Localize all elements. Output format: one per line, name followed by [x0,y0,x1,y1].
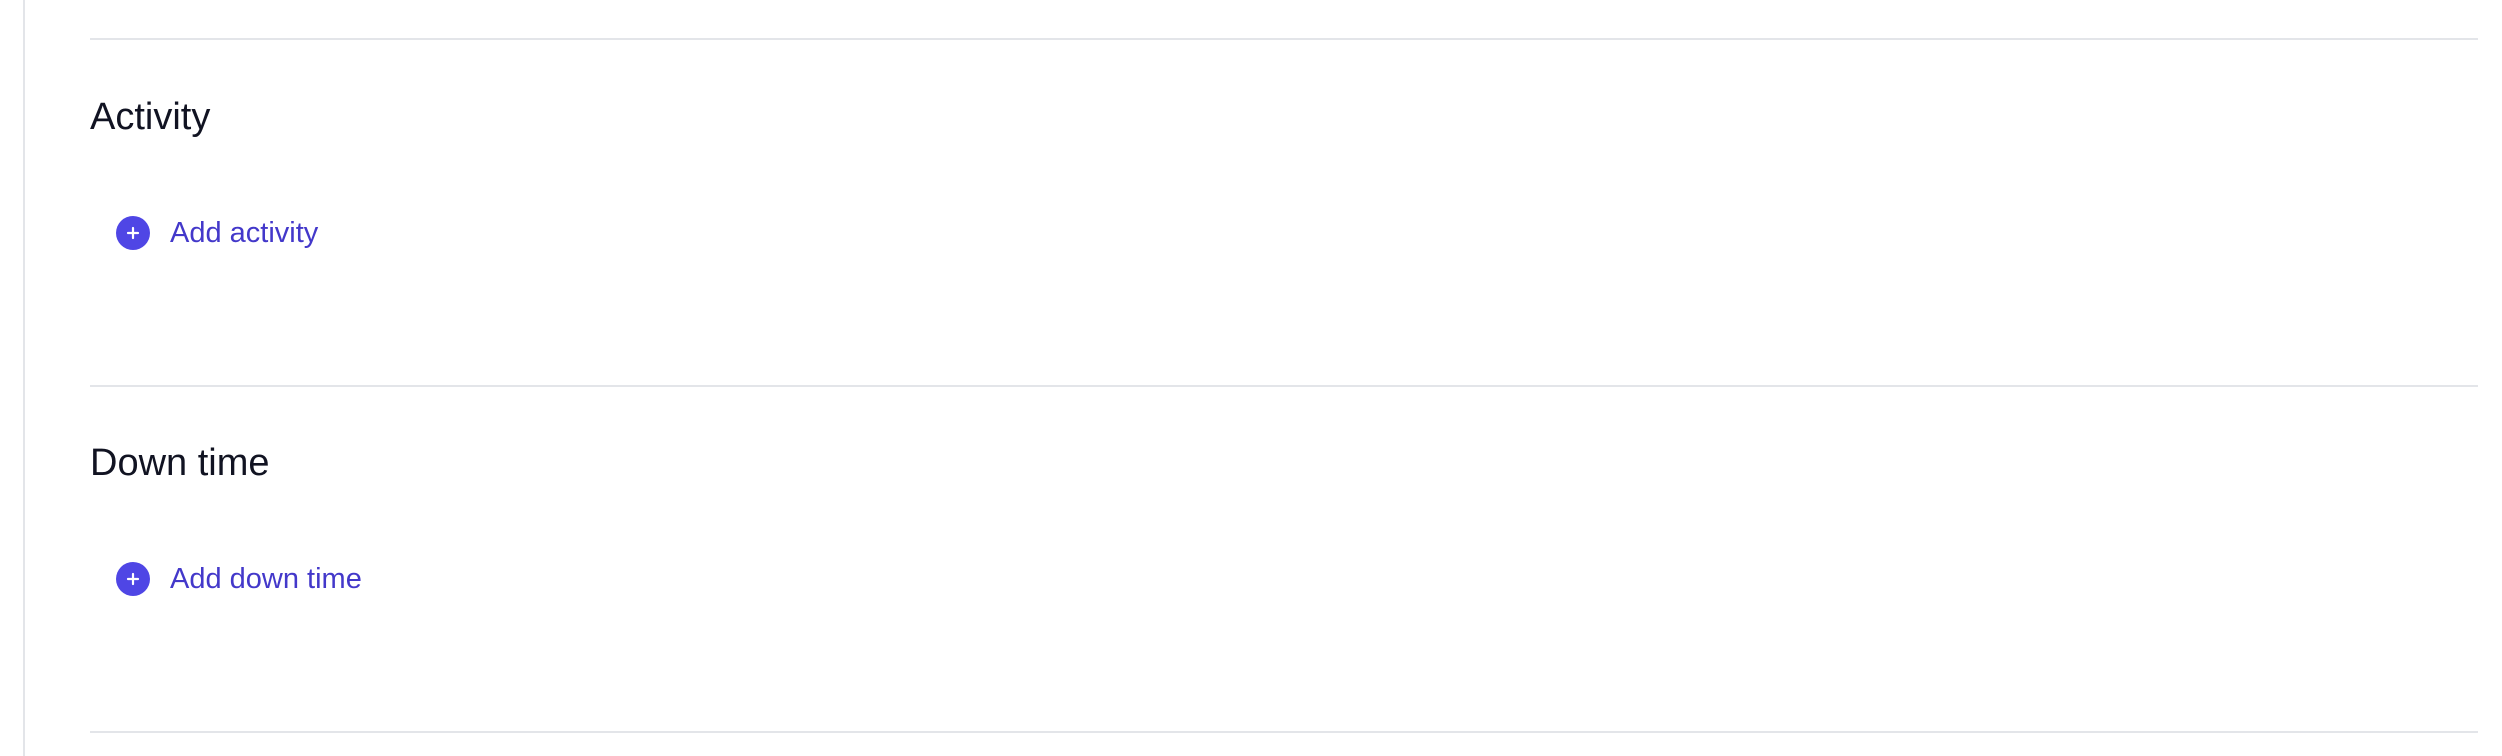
add-activity-button[interactable]: Add activity [116,216,318,250]
down-time-section-title: Down time [90,442,270,484]
page: Activity Add activity Down time Add down… [0,0,2502,756]
add-down-time-label: Add down time [170,562,362,595]
section-divider [90,38,2478,40]
section-divider [90,385,2478,387]
left-border-line [23,0,25,756]
activity-section-title: Activity [90,96,211,138]
add-activity-label: Add activity [170,216,319,249]
add-down-time-button[interactable]: Add down time [116,562,362,596]
plus-circle-icon [116,216,150,250]
section-divider [90,731,2478,733]
plus-circle-icon [116,562,150,596]
